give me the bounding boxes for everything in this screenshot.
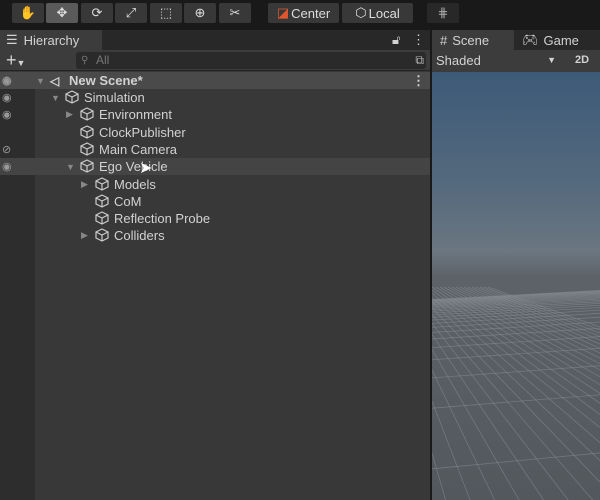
pivot-icon: ◪ (276, 5, 290, 20)
eye-icon[interactable]: ◉ (2, 160, 12, 173)
tools-icon: ✂ (229, 5, 241, 20)
eye-icon[interactable]: ◉ (2, 74, 12, 87)
cube-icon (80, 124, 94, 139)
hierarchy-panel: ☰ Hierarchy 🔓︎ ⋮ +▼ ⚲ All ⧉ ◉ ▼ ◁ New Scene* ⋮… (0, 30, 430, 500)
grid-icon: # (440, 32, 448, 48)
cube-icon (80, 159, 94, 173)
2d-toggle-button[interactable]: 2D (568, 50, 596, 71)
tree-item[interactable]: ◉ ▼ ◁ New Scene* ⋮ (0, 72, 430, 89)
custom-tool-button[interactable]: ✂ (219, 3, 251, 23)
draw-mode-dropdown[interactable]: Shaded ▼ (432, 50, 562, 71)
tab-game[interactable]: 🎮︎ Game (522, 30, 579, 50)
rotate-tool-button[interactable]: ⟳ (81, 3, 113, 23)
grid-line (432, 394, 600, 409)
more-options-icon[interactable]: ⋮ (412, 32, 425, 48)
cube-icon (95, 176, 109, 191)
transform-tool-button[interactable]: ⊕ (184, 3, 216, 23)
grid-line (432, 347, 600, 361)
scene-viewport[interactable] (432, 72, 600, 500)
cube-icon (95, 194, 109, 208)
pivot-center-button[interactable]: ◪ Center (268, 3, 339, 23)
hand-icon: ✋ (19, 5, 37, 20)
tree-item[interactable]: ▶ Colliders (0, 227, 430, 244)
rect-icon: ⬚ (159, 5, 173, 20)
grid-line (432, 334, 544, 500)
grid-line (432, 452, 446, 500)
expand-closed-icon[interactable]: ▶ (81, 230, 88, 241)
search-icon: ⚲ (81, 55, 89, 66)
expand-closed-icon[interactable]: ▶ (66, 109, 73, 120)
gamepad-icon: 🎮︎ (522, 32, 539, 47)
tree-item[interactable]: ◉ ▼ Simulation (0, 89, 430, 106)
rotate-icon: ⟳ (91, 5, 103, 20)
tree-item[interactable]: ▶ Models (0, 176, 430, 193)
tree-item[interactable]: ◉ ▼ Ego Vehicle (0, 158, 430, 176)
hidden-eye-icon[interactable]: ⊘ (2, 143, 11, 156)
snap-button[interactable]: ⋕ (427, 3, 459, 23)
tree-item[interactable]: ClockPublisher (0, 124, 430, 141)
cube-icon (65, 90, 79, 104)
tree-item[interactable]: CoM (0, 193, 430, 210)
expand-open-icon[interactable]: ▼ (51, 93, 60, 103)
cube-icon: ⬡ (355, 5, 367, 20)
search-options-icon[interactable]: ⧉ (415, 52, 424, 69)
scale-icon: ⤢ (125, 5, 137, 20)
scene-grid (432, 286, 600, 500)
tree-item[interactable]: Reflection Probe (0, 210, 430, 227)
space-local-button[interactable]: ⬡ Local (342, 3, 413, 23)
grid-line (432, 301, 600, 461)
scene-options-icon[interactable]: ⋮ (412, 73, 425, 89)
move-icon: ✥ (56, 5, 68, 20)
cube-icon (80, 107, 94, 121)
tab-scene[interactable]: # Scene (432, 30, 514, 50)
mouse-cursor: ➤ (139, 160, 153, 177)
expand-open-icon[interactable]: ▼ (66, 162, 75, 172)
tab-hierarchy[interactable]: ☰ Hierarchy (0, 30, 102, 50)
grid-line (432, 369, 495, 500)
scene-toolbar: Shaded ▼ 2D (432, 50, 600, 72)
grid-line (432, 297, 600, 443)
search-input[interactable]: ⚲ All ⧉ (76, 52, 426, 69)
eye-icon[interactable]: ◉ (2, 108, 12, 121)
grid-line (432, 401, 471, 500)
chevron-down-icon: ▼ (547, 55, 556, 65)
cube-icon (80, 142, 94, 156)
hierarchy-tab-bar: ☰ Hierarchy 🔓︎ ⋮ (0, 30, 430, 50)
scale-tool-button[interactable]: ⤢ (115, 3, 147, 23)
expand-closed-icon[interactable]: ▶ (81, 179, 88, 190)
list-icon: ☰ (6, 32, 18, 47)
hand-tool-button[interactable]: ✋ (12, 3, 44, 23)
unity-scene-icon: ◁ (50, 74, 60, 88)
lock-icon[interactable]: 🔓︎ (392, 32, 400, 48)
move-tool-button[interactable]: ✥ (46, 3, 78, 23)
hierarchy-search-row: +▼ ⚲ All ⧉ (0, 50, 430, 71)
rect-tool-button[interactable]: ⬚ (150, 3, 182, 23)
cube-icon (95, 211, 109, 225)
scene-panel: # Scene 🎮︎ Game Shaded ▼ 2D (432, 30, 600, 500)
add-dropdown-button[interactable]: +▼ (6, 50, 25, 73)
eye-icon[interactable]: ◉ (2, 91, 12, 104)
tree-item[interactable]: ⊘ Main Camera (0, 141, 430, 158)
transform-icon: ⊕ (194, 5, 206, 20)
tree-item[interactable]: ◉ ▶ Environment (0, 106, 430, 123)
expand-open-icon[interactable]: ▼ (36, 76, 45, 86)
main-toolbar: ✋ ✥ ⟳ ⤢ ⬚ ⊕ ✂ ◪ Center ⬡ Local ⋕ (0, 0, 600, 28)
cube-icon (95, 228, 109, 243)
grid-snap-icon: ⋕ (437, 5, 449, 20)
